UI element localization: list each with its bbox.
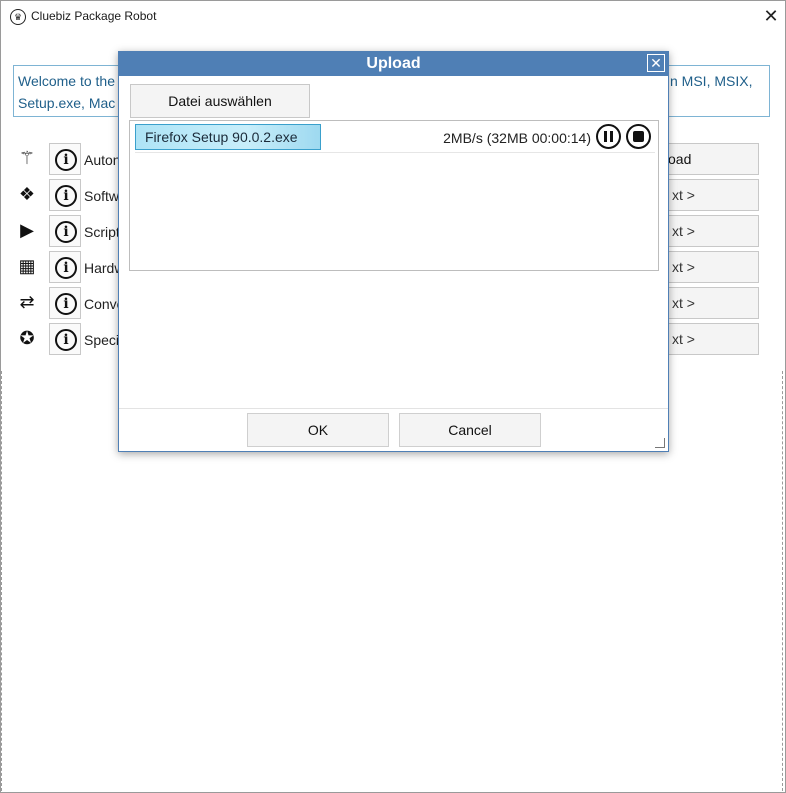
convert-icon: ⇄ — [19, 292, 35, 312]
info-button[interactable]: i — [49, 215, 81, 247]
ok-button[interactable]: OK — [247, 413, 389, 447]
robot-icon: ♛ — [10, 9, 26, 25]
info-button[interactable]: i — [49, 323, 81, 355]
play-icon: ▶ — [20, 220, 34, 240]
row-label: Softw — [84, 188, 120, 204]
dialog-close-button[interactable]: ✕ — [647, 54, 665, 72]
hardware-icon: ▦ — [18, 256, 36, 276]
choose-file-button[interactable]: Datei auswählen — [130, 84, 310, 118]
dialog-title: Upload — [119, 52, 668, 76]
info-button[interactable]: i — [49, 251, 81, 283]
star-icon: ✪ — [19, 328, 35, 348]
welcome-text-line1-tail: n MSI, MSIX, — [670, 73, 753, 89]
info-icon: i — [55, 257, 77, 279]
row-label: Speci — [84, 332, 120, 348]
info-icon: i — [55, 221, 77, 243]
row-label: Script — [84, 224, 120, 240]
title-bar: ♛ Cluebiz Package Robot ✕ — [1, 1, 785, 33]
info-button[interactable]: i — [49, 143, 81, 175]
magic-wand-icon: ⚚ — [18, 148, 36, 168]
info-button[interactable]: i — [49, 179, 81, 211]
info-button[interactable]: i — [49, 287, 81, 319]
right-dashed-border — [782, 371, 783, 791]
info-icon: i — [55, 149, 77, 171]
upload-filename: Firefox Setup 90.0.2.exe — [135, 124, 321, 150]
footer-divider — [119, 408, 668, 409]
welcome-text-line2: Setup.exe, Mac — [18, 95, 116, 111]
pause-icon[interactable] — [596, 124, 621, 149]
info-icon: i — [55, 293, 77, 315]
resize-grip[interactable] — [655, 438, 665, 448]
cancel-button[interactable]: Cancel — [399, 413, 541, 447]
info-icon: i — [55, 185, 77, 207]
left-dashed-border — [1, 371, 2, 791]
info-icon: i — [55, 329, 77, 351]
upload-dialog: Upload ✕ Datei auswählen Firefox Setup 9… — [118, 51, 669, 452]
window-title: Cluebiz Package Robot — [31, 9, 157, 23]
row-label: Auton — [84, 152, 121, 168]
boxes-icon: ❖ — [18, 184, 36, 204]
welcome-text-line1: Welcome to the — [18, 73, 116, 89]
upload-status: 2MB/s (32MB 00:00:14) — [443, 130, 591, 146]
upload-list: Firefox Setup 90.0.2.exe 2MB/s (32MB 00:… — [129, 120, 659, 271]
close-window-button[interactable]: ✕ — [761, 5, 781, 27]
list-divider — [135, 152, 655, 153]
stop-icon[interactable] — [626, 124, 651, 149]
